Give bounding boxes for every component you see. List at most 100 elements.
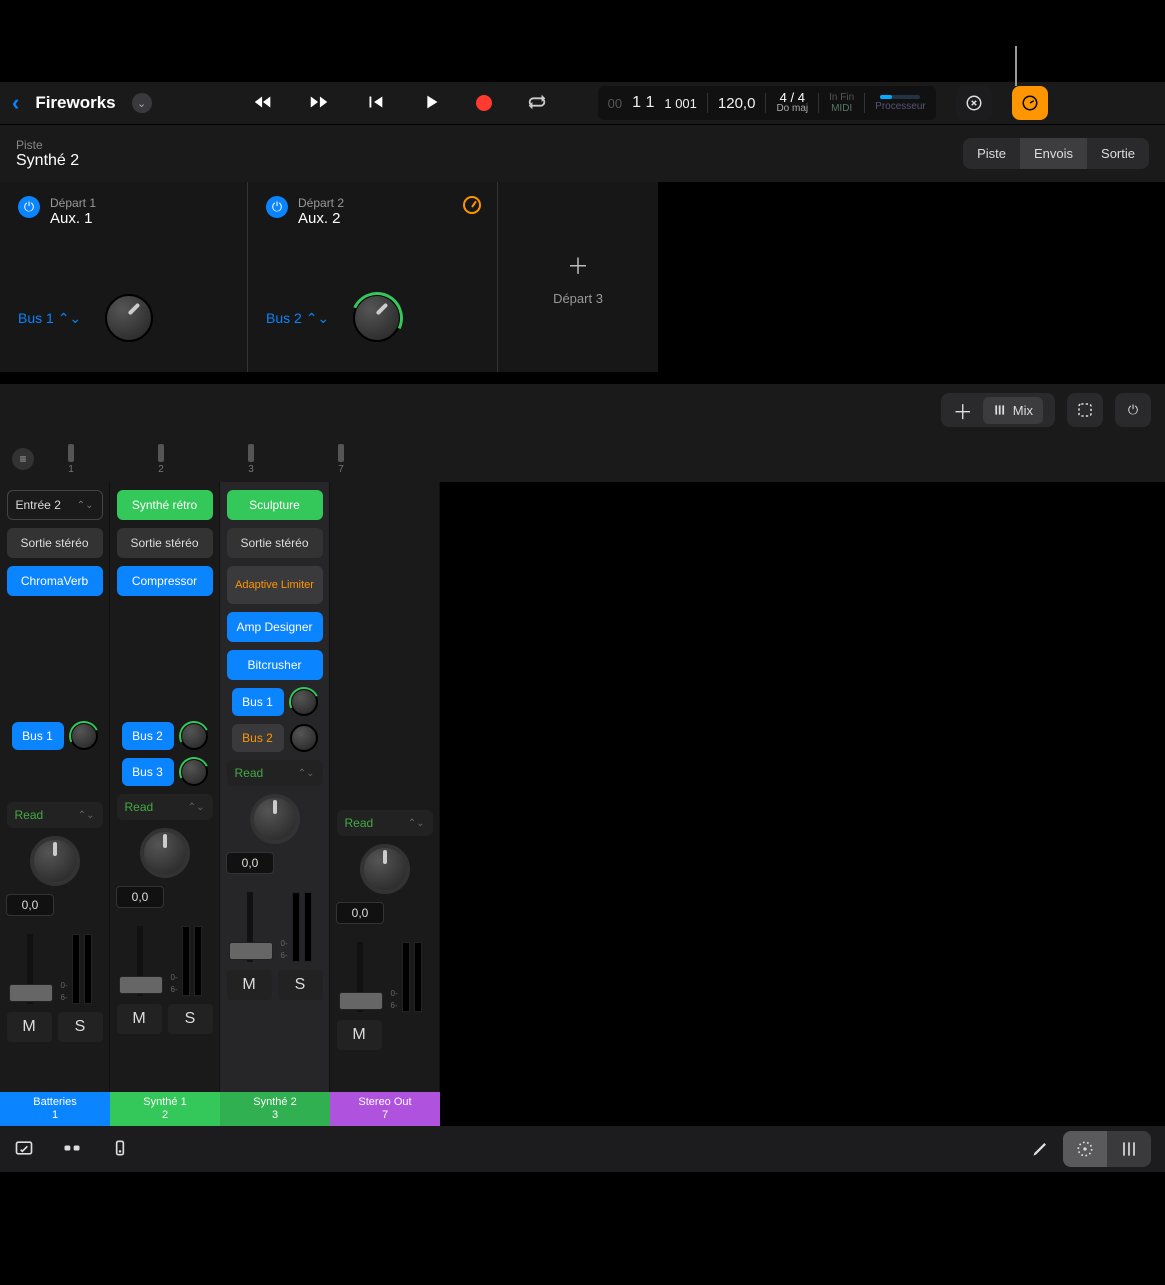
power-icon[interactable]: ⏻ <box>18 196 40 218</box>
mute-button[interactable]: M <box>337 1020 382 1050</box>
instrument-slot[interactable]: Synthé rétro <box>117 490 213 520</box>
send-1-knob[interactable] <box>105 294 153 342</box>
mix-view-button[interactable]: Mix <box>983 397 1043 424</box>
channel-name-4[interactable]: Stereo Out7 <box>330 1092 440 1126</box>
transport-controls <box>252 91 548 116</box>
send-add[interactable]: ＋ Départ 3 <box>498 182 658 372</box>
channel-name-2[interactable]: Synthé 12 <box>110 1092 220 1126</box>
channel-name-3[interactable]: Synthé 23 <box>220 1092 330 1126</box>
pan-knob[interactable] <box>250 794 300 844</box>
volume-readout[interactable]: 0,0 <box>336 902 384 924</box>
send-1-label: Départ 1 <box>50 196 96 210</box>
solo-button[interactable]: S <box>58 1012 103 1042</box>
play-button[interactable] <box>420 91 442 116</box>
record-button[interactable] <box>476 95 492 111</box>
fx-slot[interactable]: Compressor <box>117 566 213 596</box>
volume-readout[interactable]: 0,0 <box>116 886 164 908</box>
lcd-position: 1 001 <box>664 96 697 111</box>
instrument-slot[interactable]: Sculpture <box>227 490 323 520</box>
add-track-button[interactable]: ＋ <box>953 396 973 425</box>
send-chip[interactable]: Bus 1 <box>12 722 64 750</box>
send-knob[interactable] <box>290 724 318 752</box>
send-2-knob[interactable] <box>353 294 401 342</box>
send-chip[interactable]: Bus 3 <box>122 758 174 786</box>
view-faders-icon[interactable] <box>1107 1131 1151 1167</box>
power-all-button[interactable]: ⏻ <box>1115 393 1151 427</box>
forward-button[interactable] <box>308 91 330 116</box>
lcd-cpu: Processeur <box>875 95 926 112</box>
fader[interactable]: 0-6- <box>337 932 433 1012</box>
edit-icon[interactable] <box>1031 1138 1051 1161</box>
send-knob[interactable] <box>180 758 208 786</box>
tab-sortie[interactable]: Sortie <box>1087 138 1149 169</box>
output-slot[interactable]: Sortie stéréo <box>227 528 323 558</box>
power-icon[interactable]: ⏻ <box>266 196 288 218</box>
solo-button[interactable]: S <box>278 970 323 1000</box>
send-3-label: Départ 3 <box>553 291 603 306</box>
project-menu[interactable]: ⌄ <box>132 93 152 113</box>
mute-button[interactable]: M <box>117 1004 162 1034</box>
send-chip[interactable]: Bus 1 <box>232 688 284 716</box>
channel-name-1[interactable]: Batteries1 <box>0 1092 110 1126</box>
send-1-bus[interactable]: Bus 1 ⌃⌄ <box>18 310 81 327</box>
send-chip[interactable]: Bus 2 <box>122 722 174 750</box>
go-to-start-button[interactable] <box>364 91 386 116</box>
channel-names: Batteries1 Synthé 12 Synthé 23 Stereo Ou… <box>0 1092 1165 1126</box>
send-2[interactable]: ⏻ Départ 2 Aux. 2 Bus 2 ⌃⌄ <box>248 182 498 372</box>
fx-slot[interactable]: ChromaVerb <box>7 566 103 596</box>
send-2-aux: Aux. 2 <box>298 210 344 227</box>
library-icon[interactable] <box>14 1138 34 1161</box>
automation-mode[interactable]: Read⌃⌄ <box>7 802 103 828</box>
channel-strip-4[interactable]: Read⌃⌄ 0,0 0-6- M <box>330 482 440 1092</box>
send-2-bus[interactable]: Bus 2 ⌃⌄ <box>266 310 329 327</box>
input-slot[interactable]: Entrée 2⌃⌄ <box>7 490 103 520</box>
fx-slot[interactable]: Amp Designer <box>227 612 323 642</box>
fader[interactable]: 0-6- <box>7 924 103 1004</box>
channel-strip-1[interactable]: Entrée 2⌃⌄ Sortie stéréo ChromaVerb Bus … <box>0 482 110 1092</box>
fx-slot[interactable]: Adaptive Limiter <box>227 566 323 604</box>
volume-readout[interactable]: 0,0 <box>226 852 274 874</box>
solo-button[interactable]: S <box>168 1004 213 1034</box>
send-chip[interactable]: Bus 2 <box>232 724 284 752</box>
send-1-aux: Aux. 1 <box>50 210 96 227</box>
channel-strip-2[interactable]: Synthé rétro Sortie stéréo Compressor Bu… <box>110 482 220 1092</box>
pan-knob[interactable] <box>360 844 410 894</box>
mixer-mode: ＋ Mix <box>941 393 1055 427</box>
selection-button[interactable] <box>1067 393 1103 427</box>
tab-envois[interactable]: Envois <box>1020 138 1087 169</box>
tracks-overview[interactable]: ≡ 1 2 3 7 <box>0 436 1165 482</box>
channel-strip-3[interactable]: Sculpture Sortie stéréo Adaptive Limiter… <box>220 482 330 1092</box>
send-knob[interactable] <box>180 722 208 750</box>
rewind-button[interactable] <box>252 91 274 116</box>
automation-mode[interactable]: Read⌃⌄ <box>117 794 213 820</box>
dismiss-button[interactable] <box>956 86 992 120</box>
sampler-icon[interactable] <box>110 1138 130 1161</box>
fx-icon[interactable] <box>62 1138 82 1161</box>
gauge-icon[interactable] <box>463 196 481 214</box>
output-slot[interactable]: Sortie stéréo <box>117 528 213 558</box>
back-button[interactable]: ‹ <box>12 90 19 116</box>
automation-mode[interactable]: Read⌃⌄ <box>337 810 433 836</box>
mute-button[interactable]: M <box>7 1012 52 1042</box>
send-1[interactable]: ⏻ Départ 1 Aux. 1 Bus 1 ⌃⌄ <box>0 182 248 372</box>
fader[interactable]: 0-6- <box>227 882 323 962</box>
output-slot[interactable]: Sortie stéréo <box>7 528 103 558</box>
fader[interactable]: 0-6- <box>117 916 213 996</box>
view-knob-icon[interactable] <box>1063 1131 1107 1167</box>
send-knob[interactable] <box>70 722 98 750</box>
pan-knob[interactable] <box>140 828 190 878</box>
fx-slot[interactable]: Bitcrusher <box>227 650 323 680</box>
send-2-label: Départ 2 <box>298 196 344 210</box>
tab-piste[interactable]: Piste <box>963 138 1020 169</box>
mix-label: Mix <box>1013 403 1033 418</box>
volume-readout[interactable]: 0,0 <box>6 894 54 916</box>
lcd-display[interactable]: 00 1 1 1 001 120,0 4 / 4 Do maj In Fin M… <box>598 86 936 120</box>
lcd-sig-key: 4 / 4 Do maj <box>776 92 808 114</box>
send-knob[interactable] <box>290 688 318 716</box>
mute-button[interactable]: M <box>227 970 272 1000</box>
pan-knob[interactable] <box>30 836 80 886</box>
automation-mode[interactable]: Read⌃⌄ <box>227 760 323 786</box>
overview-menu-icon[interactable]: ≡ <box>12 448 34 470</box>
cycle-button[interactable] <box>526 91 548 116</box>
plugin-toggle-button[interactable] <box>1012 86 1048 120</box>
